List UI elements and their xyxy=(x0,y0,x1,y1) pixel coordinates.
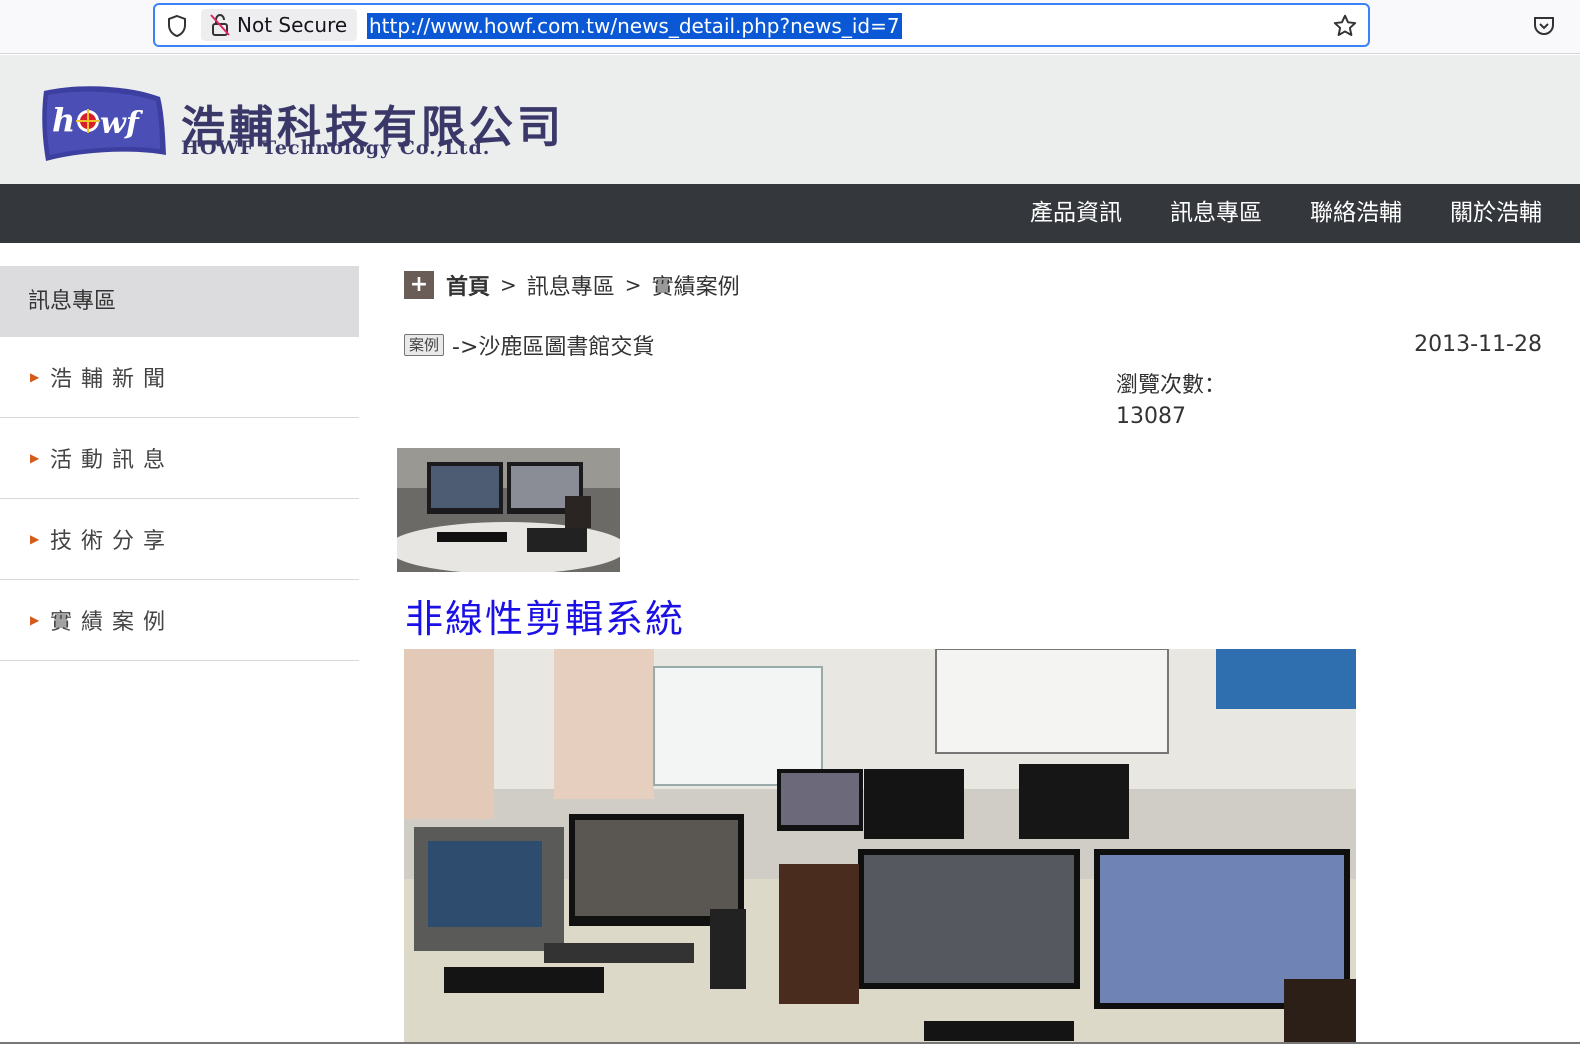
plus-icon: + xyxy=(404,271,434,299)
howf-logo[interactable]: h wf xyxy=(38,83,168,163)
category-tag: 案例 xyxy=(404,334,445,356)
page-bottom-border xyxy=(0,1042,1580,1052)
views-label: 瀏覽次數： xyxy=(1116,373,1227,398)
sidebar-item-label: 技術分享 xyxy=(50,529,175,554)
bookmark-star-icon[interactable] xyxy=(1332,13,1358,39)
nav-item-2[interactable]: 訊息專區 xyxy=(1146,184,1286,243)
nav-item-1[interactable]: 產品資訊 xyxy=(1006,184,1146,243)
breadcrumb-current: 實績案例 xyxy=(651,275,740,300)
news-header: 案例 ->沙鹿區圖書館交貨 xyxy=(404,330,654,360)
url-text[interactable]: http://www.howf.com.tw/news_detail.php?n… xyxy=(367,13,902,39)
views-count: 13087 xyxy=(1116,404,1186,429)
breadcrumb-separator: > xyxy=(624,273,642,297)
news-date: 2013-11-28 xyxy=(1414,332,1542,357)
address-bar[interactable]: Not Secure http://www.howf.com.tw/news_d… xyxy=(153,3,1370,47)
sidebar-item-2[interactable]: ▶ 活動訊息 xyxy=(0,418,359,499)
article-heading: 非線性剪輯系統 xyxy=(405,597,686,641)
svg-text:h: h xyxy=(52,101,75,139)
sidebar-item-1[interactable]: ▶ 浩輔新聞 xyxy=(0,337,359,418)
svg-text:wf: wf xyxy=(100,106,144,141)
news-main-image xyxy=(404,649,1356,1042)
main-navigation: 產品資訊 訊息專區 聯絡浩輔 關於浩輔 xyxy=(0,184,1580,243)
sidebar-item-label: 活動訊息 xyxy=(50,448,175,473)
orange-arrow-icon: ▶ xyxy=(30,532,40,546)
security-label: Not Secure xyxy=(237,13,348,37)
editing-workstation-thumbnail xyxy=(397,448,620,572)
pocket-icon[interactable] xyxy=(1532,14,1556,38)
orange-arrow-icon: ▶ xyxy=(30,370,40,384)
insecure-lock-icon xyxy=(210,13,230,36)
breadcrumb: + 首頁 > 訊息專區 > 實績案例 xyxy=(404,270,740,300)
brand-name-english: HOWF Technology Co.,Ltd. xyxy=(181,137,491,159)
nav-item-4[interactable]: 關於浩輔 xyxy=(1426,184,1566,243)
sidebar-item-3[interactable]: ▶ 技術分享 xyxy=(0,499,359,580)
news-thumbnail-image[interactable] xyxy=(397,448,620,572)
editing-classroom-photo xyxy=(404,649,1356,1042)
sidebar: 訊息專區 ▶ 浩輔新聞 ▶ 活動訊息 ▶ 技術分享 ▶ 實績案例 xyxy=(0,266,359,661)
site-header: h wf 浩輔科技有限公司 HOWF Technology Co.,Ltd. xyxy=(0,55,1580,184)
orange-arrow-icon: ▶ xyxy=(30,613,40,627)
breadcrumb-section-link[interactable]: 訊息專區 xyxy=(527,269,615,301)
breadcrumb-home-link[interactable]: 首頁 xyxy=(446,269,490,301)
sidebar-item-4[interactable]: ▶ 實績案例 xyxy=(0,580,359,661)
sidebar-title: 訊息專區 xyxy=(0,266,359,337)
nav-item-3[interactable]: 聯絡浩輔 xyxy=(1286,184,1426,243)
breadcrumb-separator: > xyxy=(500,273,517,297)
orange-arrow-icon: ▶ xyxy=(30,451,40,465)
browser-toolbar: Not Secure http://www.howf.com.tw/news_d… xyxy=(0,0,1580,54)
news-title: ->沙鹿區圖書館交貨 xyxy=(452,335,655,360)
tracking-protection-shield-icon[interactable] xyxy=(165,14,189,38)
sidebar-item-label: 浩輔新聞 xyxy=(50,367,175,392)
sidebar-item-label: 實績案例 xyxy=(50,610,175,635)
site-security-indicator[interactable]: Not Secure xyxy=(201,9,358,41)
